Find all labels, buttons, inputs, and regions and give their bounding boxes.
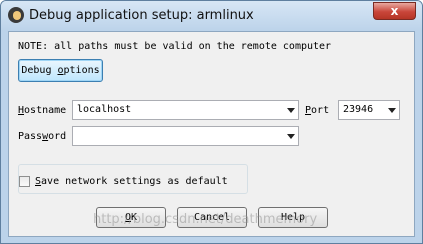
hostname-label-part: ostname bbox=[24, 105, 67, 116]
note-text: NOTE: all paths must be valid on the rem… bbox=[18, 41, 332, 52]
app-icon bbox=[8, 7, 24, 23]
port-label-part: ort bbox=[311, 105, 330, 116]
watermark-text: http://blog.csdn.net/deathmemory bbox=[93, 212, 318, 227]
debug-options-label-part: Debug bbox=[21, 65, 58, 76]
save-settings-checkbox[interactable] bbox=[19, 176, 30, 187]
hostname-value: localhost bbox=[77, 104, 132, 115]
password-label-part: ord bbox=[48, 131, 67, 142]
port-label: Port bbox=[305, 105, 329, 116]
close-button[interactable]: x bbox=[373, 2, 416, 20]
port-combobox[interactable]: 23946 bbox=[338, 100, 400, 120]
chevron-down-icon[interactable] bbox=[287, 108, 295, 113]
hostname-combobox[interactable]: localhost bbox=[72, 100, 299, 120]
password-label: Password bbox=[18, 131, 66, 142]
save-settings-label-part: ave network settings as default bbox=[41, 176, 228, 187]
password-label-part: Pass bbox=[18, 131, 43, 142]
chevron-down-icon[interactable] bbox=[287, 134, 295, 139]
password-combobox[interactable] bbox=[72, 126, 299, 146]
chevron-down-icon[interactable] bbox=[388, 108, 396, 113]
window-title: Debug application setup: armlinux bbox=[29, 8, 254, 23]
title-bar[interactable]: Debug application setup: armlinux x bbox=[1, 1, 422, 31]
dialog-window: Debug application setup: armlinux x NOTE… bbox=[0, 0, 423, 244]
dialog-client-area: NOTE: all paths must be valid on the rem… bbox=[8, 31, 415, 237]
debug-options-label-part: ptions bbox=[63, 65, 100, 76]
save-settings-label[interactable]: Save network settings as default bbox=[35, 176, 228, 187]
port-value: 23946 bbox=[343, 104, 374, 115]
debug-options-button[interactable]: Debug options bbox=[18, 59, 103, 82]
hostname-label: Hostname bbox=[18, 105, 66, 116]
